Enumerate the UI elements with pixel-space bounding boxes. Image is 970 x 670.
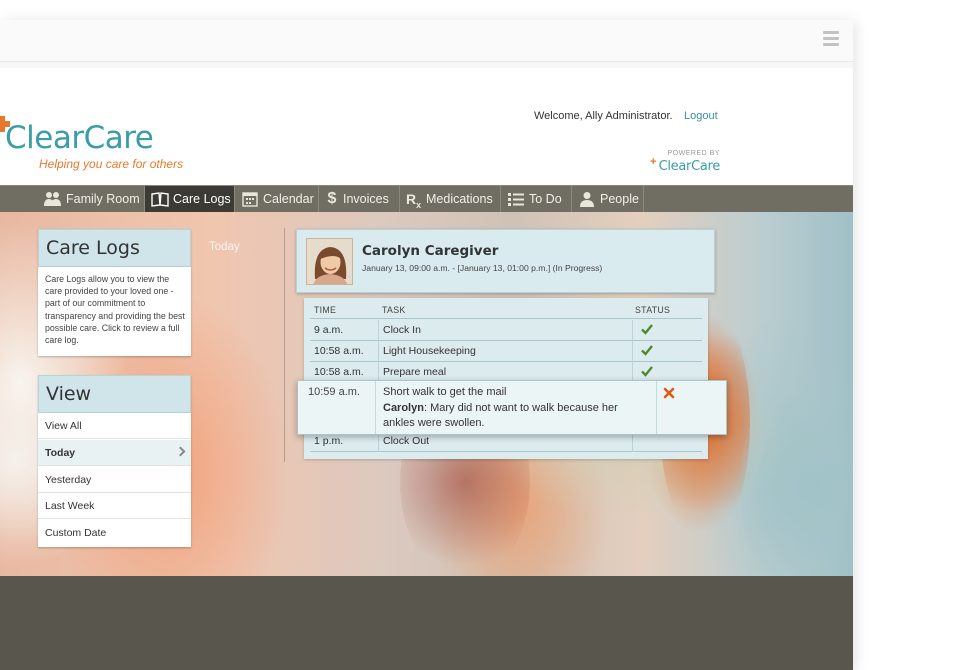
person-icon bbox=[578, 191, 596, 207]
row-time: 1 p.m. bbox=[314, 435, 344, 447]
view-panel-header: View bbox=[38, 375, 191, 413]
caregiver-card[interactable]: Carolyn Caregiver January 13, 09:00 a.m.… bbox=[296, 229, 715, 293]
powered-by-logo: POWERED BY + ClearCare bbox=[650, 150, 720, 174]
site-header: ClearCare Helping you care for others We… bbox=[0, 68, 853, 185]
date-heading: Today bbox=[209, 241, 240, 253]
powered-plus-icon: + bbox=[650, 156, 657, 168]
view-filter-list: View All Today Yesterday Last Week Custo… bbox=[38, 413, 191, 547]
column-header-task: TASK bbox=[382, 305, 406, 315]
family-icon bbox=[44, 191, 62, 207]
logo-wordmark: ClearCare bbox=[5, 120, 154, 156]
nav-label: Calendar bbox=[263, 192, 314, 206]
logo-tagline: Helping you care for others bbox=[39, 157, 184, 171]
row-time: 10:58 a.m. bbox=[314, 345, 364, 357]
care-logs-title: Care Logs bbox=[46, 237, 140, 259]
view-filter-custom-date[interactable]: Custom Date bbox=[38, 520, 191, 546]
row-task: Prepare meal bbox=[383, 366, 447, 378]
view-filter-label: Today bbox=[45, 446, 76, 459]
nav-people[interactable]: People bbox=[572, 186, 644, 212]
screenshot-root: ClearCare Helping you care for others We… bbox=[0, 0, 970, 670]
care-logs-description-box: Care Logs allow you to view the care pro… bbox=[38, 267, 191, 356]
column-divider bbox=[284, 228, 285, 462]
checkmark-icon bbox=[641, 366, 653, 377]
caregiver-name: Carolyn Caregiver bbox=[362, 243, 499, 259]
logout-link[interactable]: Logout bbox=[684, 110, 718, 122]
nav-medications[interactable]: Rx Medications bbox=[400, 186, 501, 212]
chevron-right-icon bbox=[175, 446, 186, 457]
table-row[interactable]: 9 a.m. Clock In bbox=[310, 320, 702, 341]
row-time: 10:58 a.m. bbox=[314, 366, 364, 378]
checkmark-icon bbox=[641, 345, 653, 356]
checkmark-icon bbox=[641, 324, 653, 335]
clearcare-logo[interactable]: ClearCare Helping you care for others bbox=[0, 114, 190, 174]
view-filter-yesterday[interactable]: Yesterday bbox=[38, 467, 191, 493]
nav-care-logs[interactable]: Care Logs bbox=[145, 186, 235, 212]
view-filter-today[interactable]: Today bbox=[38, 440, 191, 466]
nav-family-room[interactable]: Family Room bbox=[38, 186, 145, 212]
powered-by-label: POWERED BY bbox=[667, 150, 720, 157]
shift-time: January 13, 09:00 a.m. - [January 13, 01… bbox=[362, 263, 603, 273]
view-filter-last-week[interactable]: Last Week bbox=[38, 493, 191, 519]
column-header-status: STATUS bbox=[635, 305, 671, 315]
nav-label: Medications bbox=[426, 192, 493, 206]
welcome-text: Welcome, Ally Administrator. bbox=[534, 110, 673, 122]
calendar-icon bbox=[241, 191, 259, 207]
note-author: Carolyn bbox=[383, 402, 424, 414]
nav-label: Care Logs bbox=[173, 192, 231, 206]
task-note: Carolyn: Mary did not want to walk becau… bbox=[383, 401, 651, 431]
nav-label: Invoices bbox=[343, 192, 389, 206]
list-icon bbox=[507, 191, 525, 207]
nav-calendar[interactable]: Calendar bbox=[235, 186, 319, 212]
column-header-time: TIME bbox=[314, 305, 337, 315]
nav-invoices[interactable]: $ Invoices bbox=[319, 186, 400, 212]
nav-label: To Do bbox=[529, 192, 562, 206]
page-footer bbox=[0, 576, 853, 670]
row-task: Light Housekeeping bbox=[383, 345, 476, 357]
hamburger-menu-icon[interactable] bbox=[823, 31, 839, 46]
nav-to-do[interactable]: To Do bbox=[501, 186, 572, 212]
row-task: Clock In bbox=[383, 324, 421, 336]
nav-label: People bbox=[600, 192, 639, 206]
row-task: Short walk to get the mail bbox=[383, 386, 507, 398]
header-divider bbox=[310, 318, 702, 319]
view-title: View bbox=[46, 383, 92, 405]
book-icon bbox=[151, 191, 169, 207]
browser-toolbar bbox=[0, 20, 853, 62]
x-mark-icon bbox=[663, 387, 675, 399]
rx-icon: Rx bbox=[406, 191, 422, 210]
table-row[interactable]: 10:58 a.m. Light Housekeeping bbox=[310, 341, 702, 362]
main-nav: Family Room Care Logs Calendar $ Invoice… bbox=[0, 185, 853, 212]
row-task: Clock Out bbox=[383, 435, 430, 447]
view-filter-view-all[interactable]: View All bbox=[38, 413, 191, 439]
powered-wordmark: ClearCare bbox=[658, 159, 721, 174]
nav-label: Family Room bbox=[66, 192, 140, 206]
row-time: 9 a.m. bbox=[314, 324, 344, 336]
row-time: 10:59 a.m. bbox=[308, 386, 360, 398]
caregiver-avatar bbox=[306, 238, 353, 285]
care-logs-panel-header: Care Logs bbox=[38, 229, 191, 267]
highlighted-task-row[interactable]: 10:59 a.m. Short walk to get the mail Ca… bbox=[297, 380, 727, 435]
dollar-icon: $ bbox=[327, 190, 337, 207]
care-logs-description: Care Logs allow you to view the care pro… bbox=[45, 274, 185, 346]
